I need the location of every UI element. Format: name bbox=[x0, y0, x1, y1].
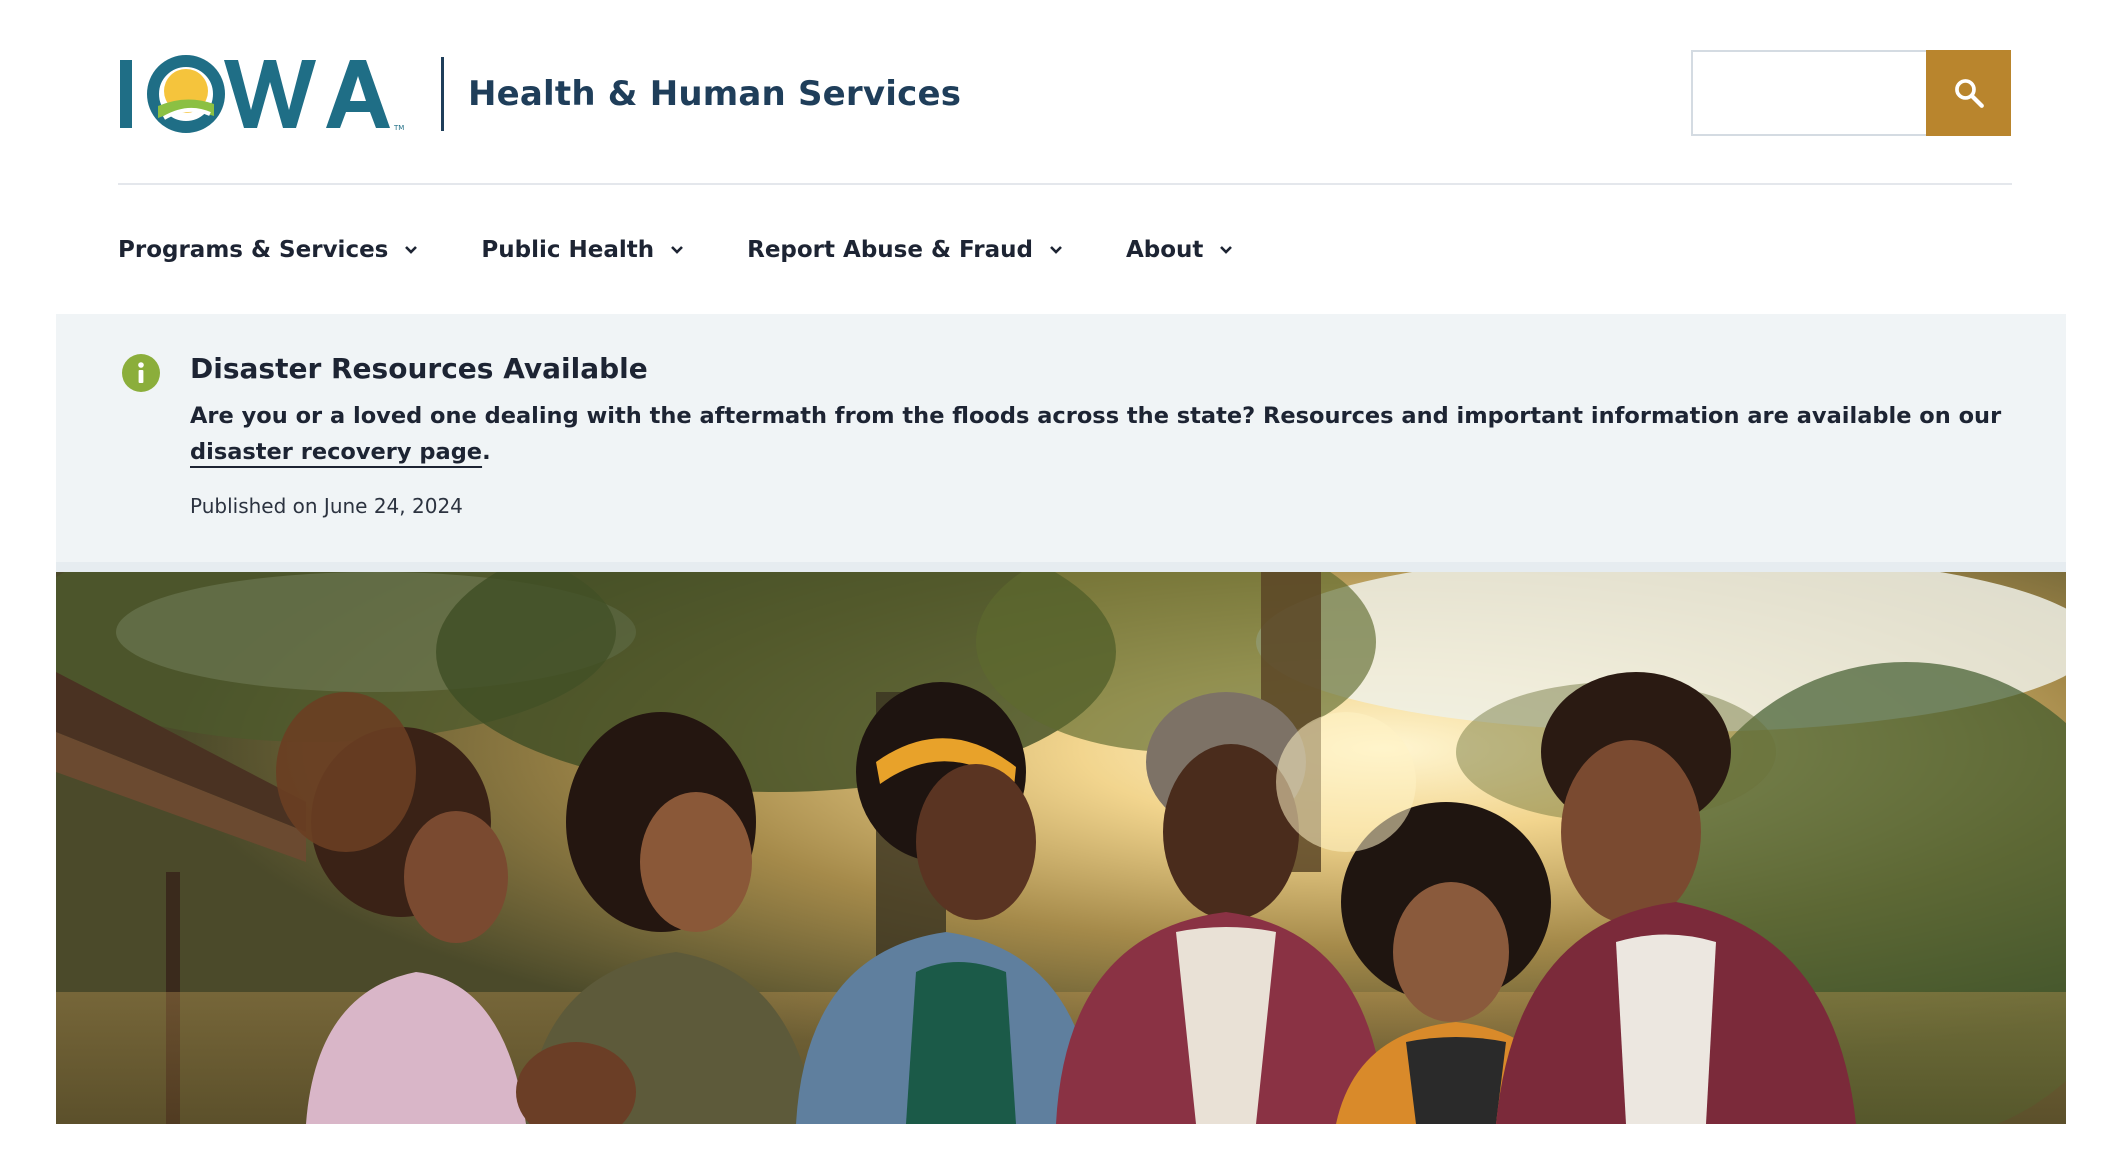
nav-label: About bbox=[1125, 237, 1204, 263]
alert-body-end: . bbox=[482, 439, 491, 465]
alert-message: Are you or a loved one dealing with the … bbox=[190, 398, 2030, 470]
chevron-down-icon bbox=[1048, 242, 1064, 258]
disaster-recovery-link[interactable]: disaster recovery page bbox=[190, 439, 482, 465]
search-button[interactable] bbox=[1926, 50, 2011, 136]
header-divider bbox=[118, 183, 2012, 185]
search-form bbox=[1691, 50, 2011, 136]
svg-text:TM: TM bbox=[393, 124, 404, 132]
search-input[interactable] bbox=[1691, 50, 1926, 136]
chevron-down-icon bbox=[669, 242, 685, 258]
nav-label: Report Abuse & Fraud bbox=[747, 237, 1033, 263]
agency-name: Health & Human Services bbox=[468, 74, 962, 114]
nav-public-health[interactable]: Public Health bbox=[481, 237, 685, 263]
site-logo-link[interactable]: TM Health & Human Services bbox=[118, 54, 961, 134]
chevron-down-icon bbox=[1218, 242, 1234, 258]
site-header: TM Health & Human Services bbox=[0, 0, 2110, 183]
logo-divider bbox=[441, 57, 444, 131]
chevron-down-icon bbox=[403, 242, 419, 258]
disaster-alert-banner: Disaster Resources Available Are you or … bbox=[56, 314, 2066, 562]
search-icon bbox=[1954, 79, 1984, 108]
alert-title: Disaster Resources Available bbox=[190, 352, 648, 385]
nav-programs-services[interactable]: Programs & Services bbox=[118, 237, 419, 263]
nav-report-abuse-fraud[interactable]: Report Abuse & Fraud bbox=[747, 237, 1064, 263]
alert-body-text: Are you or a loved one dealing with the … bbox=[190, 403, 2002, 429]
hero-family-photo bbox=[56, 572, 2066, 1124]
nav-label: Public Health bbox=[481, 237, 655, 263]
main-navigation: Programs & Services Public Health Report… bbox=[118, 228, 1296, 272]
info-icon bbox=[122, 354, 160, 392]
nav-label: Programs & Services bbox=[118, 237, 389, 263]
nav-about[interactable]: About bbox=[1126, 237, 1234, 263]
published-date: Published on June 24, 2024 bbox=[190, 494, 463, 518]
alert-bottom-edge bbox=[56, 562, 2066, 572]
family-group-photo bbox=[56, 572, 2066, 1124]
iowa-logo: TM bbox=[120, 55, 404, 133]
